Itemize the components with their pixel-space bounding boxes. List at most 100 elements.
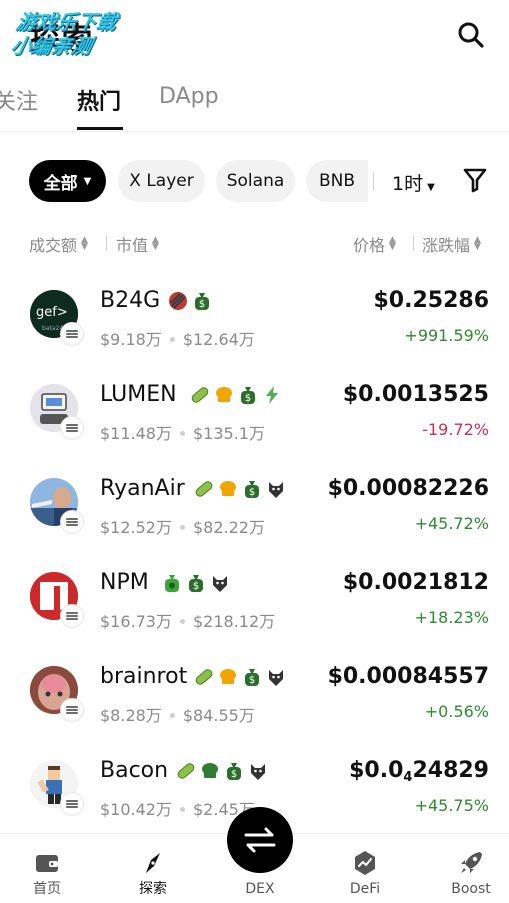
filter-button[interactable] — [462, 166, 488, 194]
chip-xlayer[interactable]: X Layer — [118, 160, 205, 202]
tab-following[interactable]: 关注 — [0, 84, 38, 116]
nav-boost[interactable]: Boost — [436, 850, 506, 898]
sort-arrows-icon: ▲ ▼ — [474, 235, 481, 252]
token-mcap: $82.22万 — [193, 518, 265, 537]
svg-text:$: $ — [231, 769, 237, 780]
money-bag-icon: $ — [245, 481, 259, 498]
chip-all-label: 全部 — [43, 173, 78, 194]
nav-home[interactable]: 首页 — [12, 850, 82, 898]
token-mcap: $135.1万 — [193, 424, 265, 443]
token-tags: $ — [162, 573, 230, 593]
divider — [106, 235, 107, 251]
watermark-line-2: 小编亲测 — [8, 34, 94, 58]
token-volume: $9.18万 — [100, 330, 162, 349]
nav-defi[interactable]: DeFi — [330, 850, 400, 898]
chef-hat-icon — [220, 669, 236, 684]
sort-volume-label: 成交额 — [29, 236, 78, 255]
wolf-icon — [269, 670, 283, 686]
svg-text:$: $ — [245, 393, 251, 404]
token-row[interactable]: gef> bata24 B24G $ $9.18万 $12.64万 $0.2528… — [0, 270, 509, 364]
solana-chain-badge — [60, 510, 84, 534]
token-price-main: $0.0 — [349, 758, 404, 783]
wolf-icon — [269, 482, 283, 498]
watermark-overlay: 游戏乐下载 小编亲测 — [9, 10, 159, 58]
search-button[interactable] — [456, 20, 486, 50]
token-row[interactable]: NPM $ $16.73万 $218.12万 $0.0021812 +18.23% — [0, 552, 509, 646]
token-stats: $16.73万 $218.12万 — [100, 608, 275, 632]
token-tags: $ — [176, 761, 268, 781]
svg-text:$: $ — [249, 675, 255, 686]
pill-icon — [191, 387, 209, 403]
token-change: +991.59% — [404, 326, 489, 345]
token-volume: $8.28万 — [100, 706, 162, 725]
sort-price-label: 价格 — [353, 236, 386, 255]
token-name: B24G — [100, 288, 161, 313]
token-volume: $12.52万 — [100, 518, 172, 537]
chain-filter-bar: 全部 ▼ X Layer Solana BNB 1时 ▼ — [0, 160, 509, 202]
token-change: +45.72% — [414, 514, 489, 533]
divider — [373, 172, 374, 190]
green-hat-icon — [202, 763, 218, 778]
token-row[interactable]: LUMEN $ $11.48万 $135.1万 $0.0013525 -19.72… — [0, 364, 509, 458]
token-tags: $ — [194, 479, 286, 499]
token-volume: $11.48万 — [100, 424, 172, 443]
token-price: $0.0021812 — [342, 570, 489, 595]
watermark-line-1: 游戏乐下载 — [14, 10, 120, 34]
sort-header: 成交额 ▲ ▼ 市值 ▲ ▼ 价格 ▲ ▼ 涨跌幅 ▲ ▼ — [0, 232, 509, 256]
sort-arrows-icon: ▲ ▼ — [81, 235, 88, 252]
token-price-digits: 24829 — [412, 758, 489, 783]
tab-hot[interactable]: 热门 — [77, 84, 121, 116]
svg-text:$: $ — [249, 487, 255, 498]
token-price: $0.0013525 — [342, 382, 489, 407]
solana-chain-badge — [60, 698, 84, 722]
token-row[interactable]: RyanAir $ $12.52万 $82.22万 $0.00082226 +45… — [0, 458, 509, 552]
pill-icon — [195, 481, 213, 497]
token-row[interactable]: brainrot $ $8.28万 $84.55万 $0.00084557 +0.… — [0, 646, 509, 740]
sort-price[interactable]: 价格 ▲ ▼ — [353, 232, 396, 256]
timeframe-select[interactable]: 1时 ▼ — [392, 169, 435, 196]
solana-chain-badge — [60, 604, 84, 628]
token-name: brainrot — [100, 664, 188, 689]
sort-mcap[interactable]: 市值 ▲ ▼ — [116, 232, 159, 256]
token-mcap: $84.55万 — [182, 706, 255, 725]
sort-arrows-icon: ▲ ▼ — [389, 235, 396, 252]
nav-boost-label: Boost — [451, 881, 491, 897]
token-stats: $10.42万 $2.45万 — [100, 796, 255, 820]
chip-bnb[interactable]: BNB — [306, 160, 368, 202]
nav-home-label: 首页 — [33, 881, 61, 897]
token-tags: $ — [190, 385, 282, 405]
sort-volume[interactable]: 成交额 ▲ ▼ — [29, 232, 88, 256]
header: 探索 游戏乐下载 小编亲测 — [0, 0, 509, 70]
chip-solana[interactable]: Solana — [216, 160, 295, 202]
caret-down-icon: ▼ — [427, 182, 435, 193]
tab-dapp[interactable]: DApp — [159, 84, 219, 109]
token-stats: $8.28万 $84.55万 — [100, 702, 255, 726]
compass-icon — [146, 853, 160, 873]
token-volume: $16.73万 — [100, 612, 172, 631]
nav-explore[interactable]: 探索 — [118, 850, 188, 898]
token-stats: $9.18万 $12.64万 — [100, 326, 255, 350]
dex-button[interactable] — [227, 807, 293, 873]
token-change: -19.72% — [422, 420, 489, 439]
filter-icon — [463, 168, 487, 193]
solana-chain-badge — [60, 416, 84, 440]
divider — [413, 235, 414, 251]
defi-icon — [355, 851, 375, 875]
chip-all[interactable]: 全部 ▼ — [29, 160, 106, 202]
tab-active-indicator — [77, 127, 123, 130]
money-bag-icon: $ — [189, 575, 203, 592]
token-change: +45.75% — [414, 796, 489, 815]
pill-icon — [177, 763, 195, 779]
money-bag-icon: $ — [227, 763, 241, 780]
sort-mcap-label: 市值 — [116, 236, 149, 255]
swap-icon — [244, 827, 276, 853]
green-bag-icon — [165, 575, 179, 592]
timeframe-label: 1时 — [392, 173, 424, 195]
sort-change[interactable]: 涨跌幅 ▲ ▼ — [422, 232, 481, 256]
token-name: Bacon — [100, 758, 169, 783]
token-price: $0.00084557 — [327, 664, 489, 689]
chef-hat-icon — [220, 481, 236, 496]
caret-down-icon: ▼ — [83, 175, 92, 187]
token-tags: $ — [168, 291, 212, 311]
striped-coin-icon — [169, 292, 187, 310]
